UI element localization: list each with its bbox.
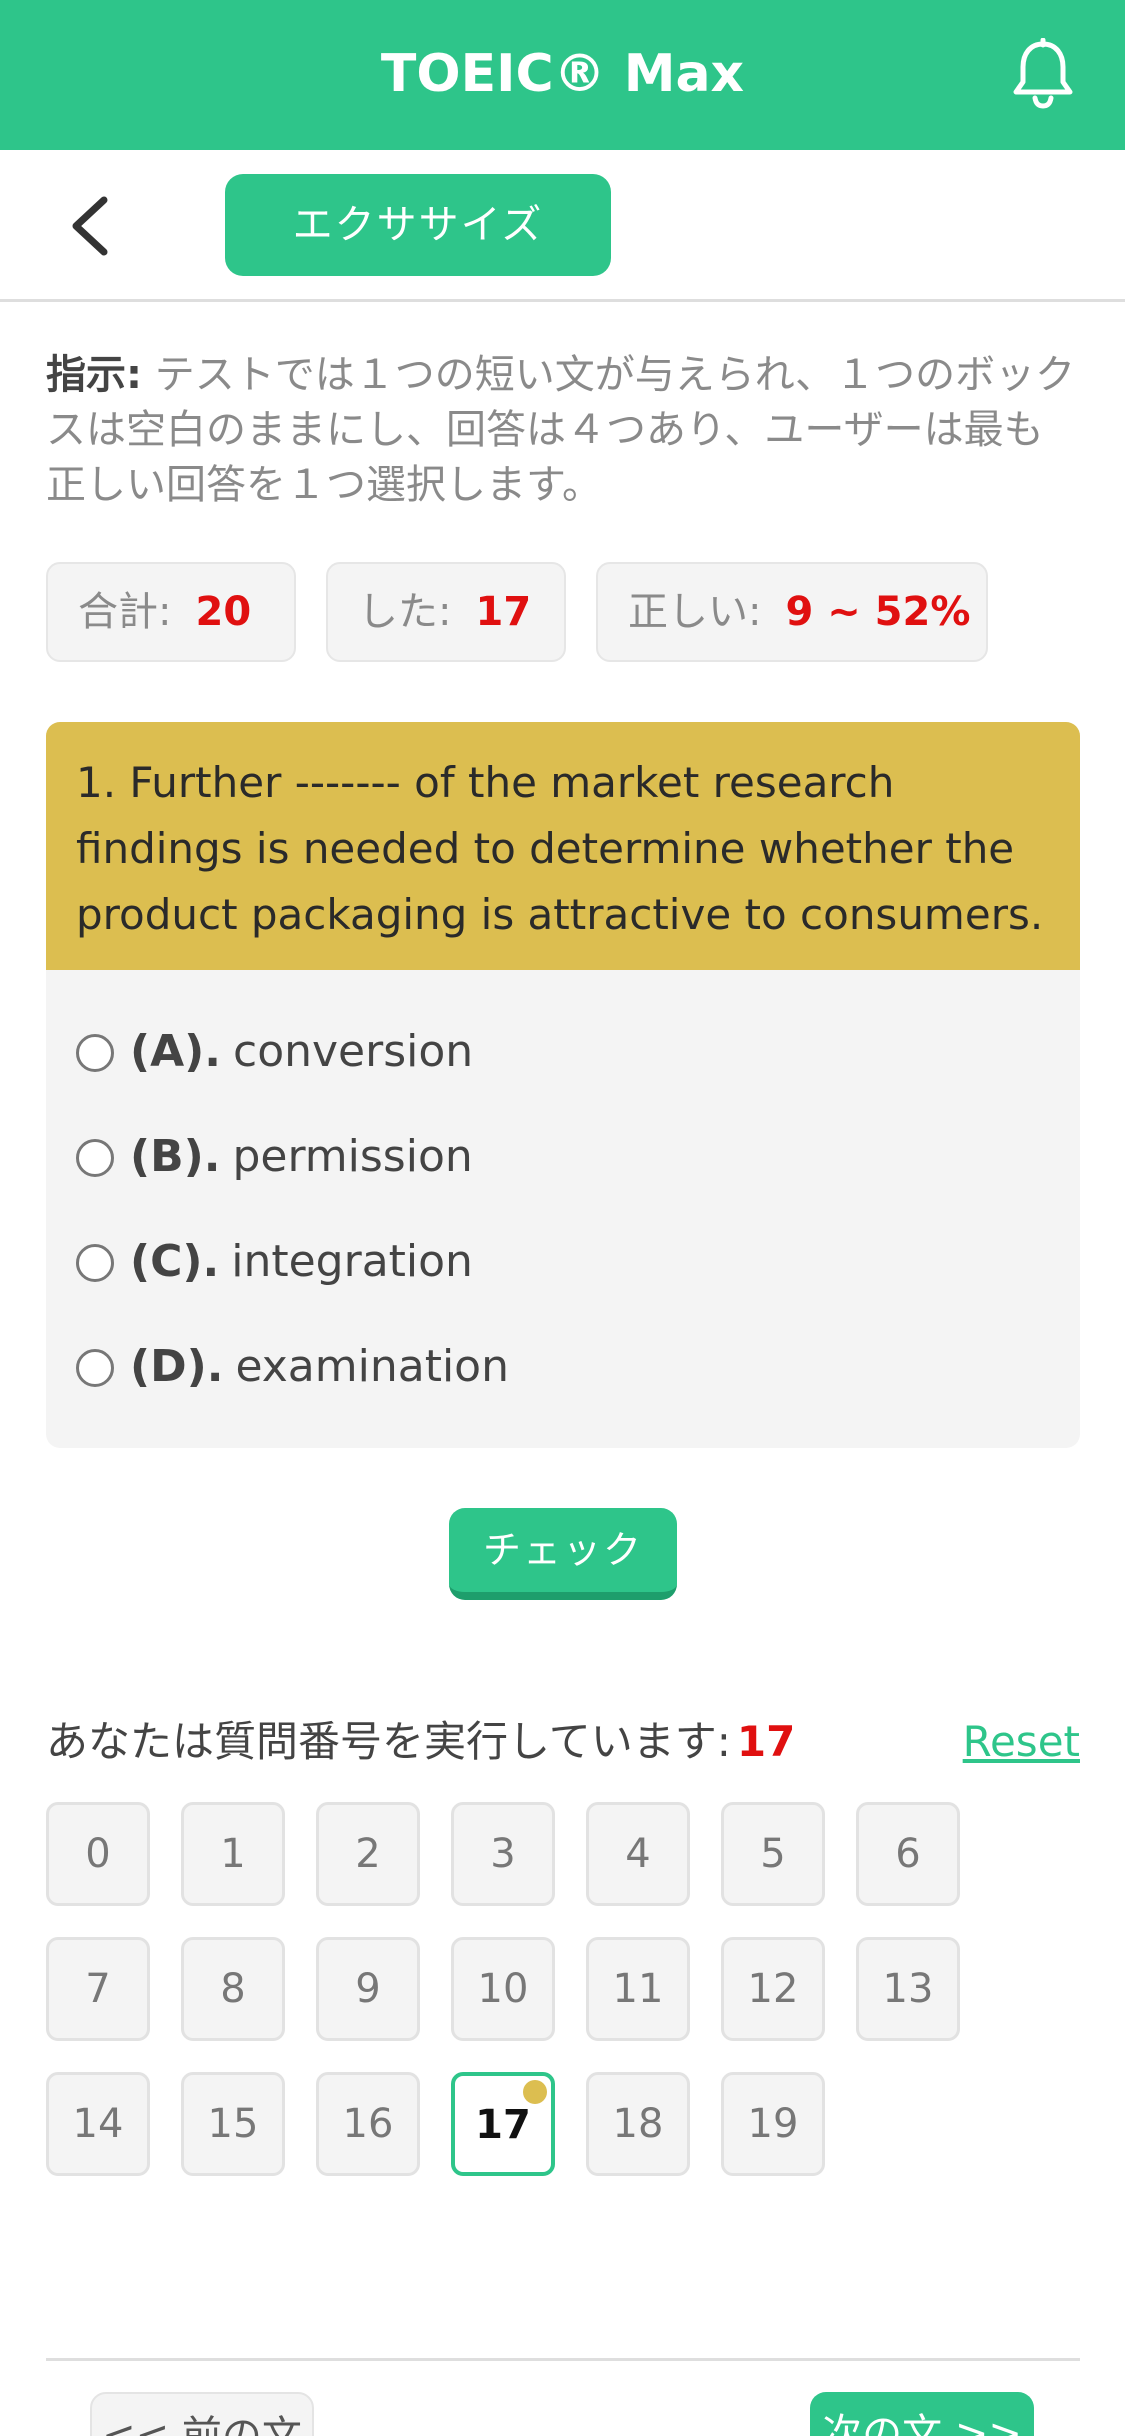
question-number-button-active[interactable]: 17 xyxy=(451,2072,555,2176)
stat-total: 合計: 20 xyxy=(46,562,296,662)
question-number-button[interactable]: 10 xyxy=(451,1937,555,2041)
current-indicator-dot xyxy=(523,2080,547,2104)
bell-icon[interactable] xyxy=(1010,38,1076,110)
instructions: 指示: テストでは１つの短い文が与えられ、１つのボックスは空白のままにし、回答は… xyxy=(46,348,1076,513)
option-letter: (A). xyxy=(130,1026,221,1077)
radio-button[interactable] xyxy=(76,1139,114,1177)
stat-correct-label: 正しい: xyxy=(628,589,762,635)
option-c[interactable]: (C). integration xyxy=(76,1227,473,1297)
question-number-button[interactable]: 18 xyxy=(586,2072,690,2176)
option-text: integration xyxy=(231,1236,473,1287)
stat-done-value: 17 xyxy=(475,589,532,635)
radio-button[interactable] xyxy=(76,1034,114,1072)
app-bar: TOEIC® Max xyxy=(0,0,1125,150)
divider xyxy=(46,2358,1080,2361)
question-number-button[interactable]: 9 xyxy=(316,1937,420,2041)
reset-link[interactable]: Reset xyxy=(960,1712,1080,1772)
question-text: 1. Further ------- of the market researc… xyxy=(46,722,1080,970)
question-number-button[interactable]: 6 xyxy=(856,1802,960,1906)
option-a[interactable]: (A). conversion xyxy=(76,1017,473,1087)
question-number-button[interactable]: 1 xyxy=(181,1802,285,1906)
radio-button[interactable] xyxy=(76,1244,114,1282)
back-arrow-icon[interactable] xyxy=(62,194,122,258)
question-number-button[interactable]: 3 xyxy=(451,1802,555,1906)
option-letter: (B). xyxy=(130,1131,221,1182)
stat-done: した: 17 xyxy=(326,562,566,662)
question-number-button[interactable]: 14 xyxy=(46,2072,150,2176)
question-number-button[interactable]: 7 xyxy=(46,1937,150,2041)
exercise-tab[interactable]: エクササイズ xyxy=(225,174,611,276)
question-number-button[interactable]: 0 xyxy=(46,1802,150,1906)
question-number-button[interactable]: 15 xyxy=(181,2072,285,2176)
progress-label: あなたは質問番号を実行しています: 17 xyxy=(46,1712,795,1772)
question-number-button[interactable]: 19 xyxy=(721,2072,825,2176)
radio-button[interactable] xyxy=(76,1349,114,1387)
option-text: examination xyxy=(235,1341,509,1392)
question-number-button[interactable]: 12 xyxy=(721,1937,825,2041)
stat-correct: 正しい: 9 ~ 52% xyxy=(596,562,988,662)
question-number-button[interactable]: 8 xyxy=(181,1937,285,2041)
progress-text: あなたは質問番号を実行しています: xyxy=(46,1717,731,1766)
app-title: TOEIC® Max xyxy=(380,44,745,104)
stat-done-label: した: xyxy=(358,589,452,635)
option-d[interactable]: (D). examination xyxy=(76,1332,509,1402)
question-number-button[interactable]: 5 xyxy=(721,1802,825,1906)
sub-header: エクササイズ xyxy=(0,150,1125,302)
stat-total-value: 20 xyxy=(195,589,252,635)
question-card: 1. Further ------- of the market researc… xyxy=(46,722,1080,1448)
question-number-button[interactable]: 13 xyxy=(856,1937,960,2041)
check-button[interactable]: チェック xyxy=(449,1508,677,1600)
question-number-button[interactable]: 11 xyxy=(586,1937,690,2041)
instructions-text: テストでは１つの短い文が与えられ、１つのボックスは空白のままにし、回答は４つあり… xyxy=(46,352,1076,508)
option-text: conversion xyxy=(233,1026,474,1077)
option-letter: (D). xyxy=(130,1341,224,1392)
question-number-button[interactable]: 4 xyxy=(586,1802,690,1906)
option-b[interactable]: (B). permission xyxy=(76,1122,473,1192)
current-question-number: 17 xyxy=(736,1717,796,1766)
next-sentence-button[interactable]: 次の文 >> xyxy=(810,2392,1034,2436)
previous-sentence-button[interactable]: << 前の文 xyxy=(90,2392,314,2436)
question-number-button[interactable]: 2 xyxy=(316,1802,420,1906)
stat-correct-value: 9 ~ 52% xyxy=(785,589,971,635)
question-number-grid: 0 1 2 3 4 5 6 7 8 9 10 11 12 13 14 15 16… xyxy=(46,1802,1080,2182)
instructions-label: 指示: xyxy=(46,352,142,398)
question-number-label: 17 xyxy=(475,2102,531,2148)
stat-total-label: 合計: xyxy=(78,589,172,635)
option-text: permission xyxy=(232,1131,473,1182)
option-letter: (C). xyxy=(130,1236,220,1287)
question-number-button[interactable]: 16 xyxy=(316,2072,420,2176)
